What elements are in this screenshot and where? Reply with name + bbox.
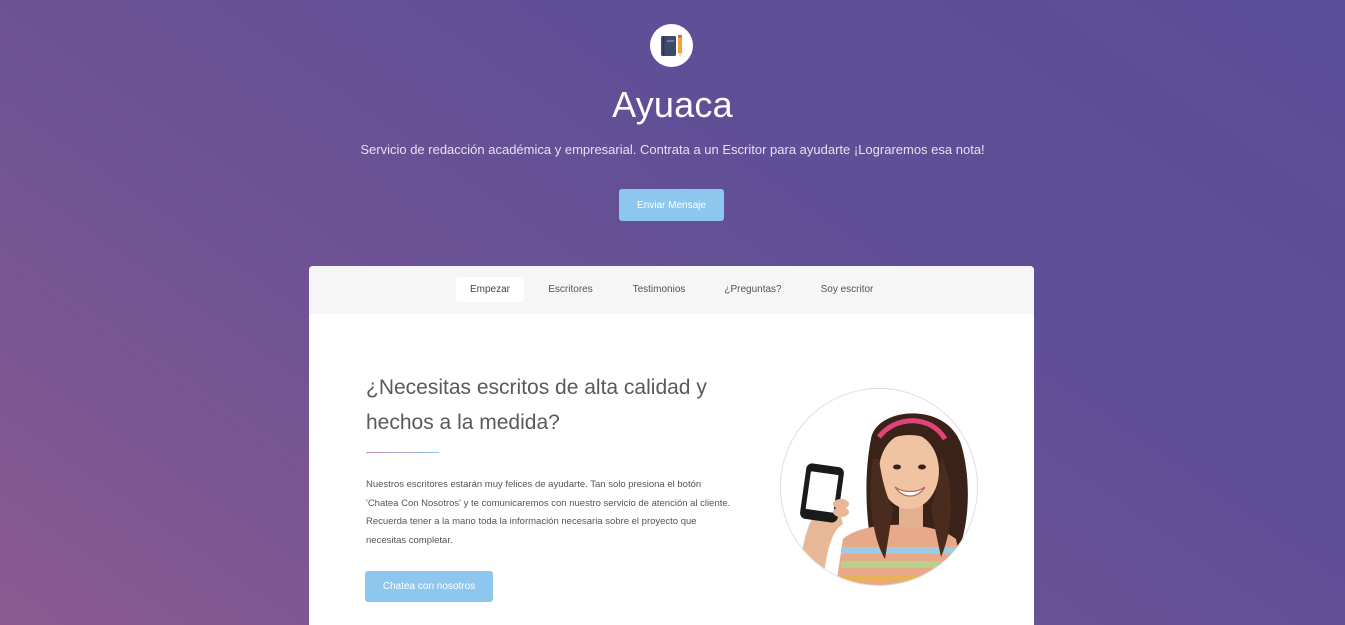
nav-tab-soy-escritor[interactable]: Soy escritor <box>808 277 886 302</box>
heading-divider <box>366 452 439 453</box>
nav-tab-testimonios[interactable]: Testimonios <box>620 277 698 302</box>
chat-with-us-button[interactable]: Chatea con nosotros <box>365 571 493 602</box>
girl-holding-phone-image <box>780 388 978 586</box>
site-tagline: Servicio de redacción académica y empres… <box>360 142 985 157</box>
site-logo[interactable] <box>650 24 693 67</box>
nav-tab-preguntas[interactable]: ¿Preguntas? <box>715 277 791 302</box>
intro-heading: ¿Necesitas escritos de alta calidad y he… <box>366 376 707 434</box>
nav-tab-escritores[interactable]: Escritores <box>536 277 605 302</box>
content-card: Empezar Escritores Testimonios ¿Pregunta… <box>309 266 1034 625</box>
section-nav: Empezar Escritores Testimonios ¿Pregunta… <box>309 266 1034 314</box>
nav-tab-empezar[interactable]: Empezar <box>456 277 524 302</box>
send-message-button[interactable]: Enviar Mensaje <box>619 189 724 221</box>
notebook-pencil-icon <box>661 35 682 57</box>
girl-photo-illustration <box>781 389 977 585</box>
site-title: Ayuaca <box>612 84 733 125</box>
intro-paragraph: Nuestros escritores estarán muy felices … <box>366 479 731 546</box>
